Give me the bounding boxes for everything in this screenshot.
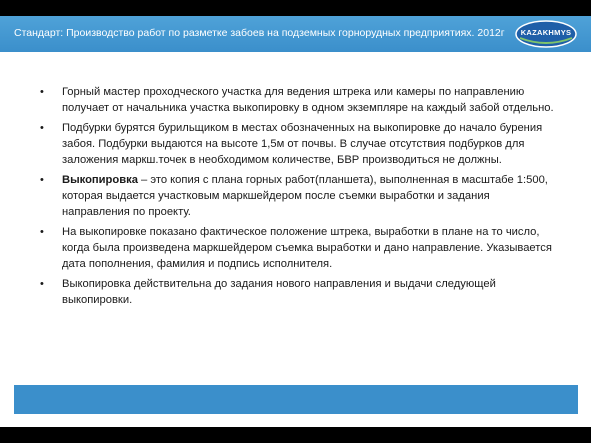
bullet-text: На выкопировке показано фактическое поло… [62, 226, 552, 270]
slide: Стандарт: Производство работ по разметке… [0, 16, 591, 427]
bullet-icon: • [40, 278, 44, 290]
list-item: • Горный мастер проходческого участка дл… [40, 84, 560, 116]
page-title: Стандарт: Производство работ по разметке… [14, 27, 505, 39]
list-item: • Выкопировка – это копия с плана горных… [40, 172, 560, 220]
kazakhmys-logo: KAZAKHMYS [514, 18, 578, 50]
list-item: • Выкопировка действительна до задания н… [40, 276, 560, 308]
bullet-list: • Горный мастер проходческого участка дл… [40, 84, 560, 308]
bullet-term: Выкопировка [62, 174, 138, 186]
bullet-icon: • [40, 226, 44, 238]
bullet-text: Горный мастер проходческого участка для … [62, 86, 554, 114]
bullet-icon: • [40, 174, 44, 186]
bullet-icon: • [40, 86, 44, 98]
list-item: • Подбурки бурятся бурильщиком в местах … [40, 120, 560, 168]
bullet-text: Подбурки бурятся бурильщиком в местах об… [62, 122, 543, 166]
header-bar: Стандарт: Производство работ по разметке… [0, 16, 591, 52]
bullet-text: Выкопировка действительна до задания нов… [62, 278, 496, 306]
footer-bar [14, 385, 578, 414]
list-item: • На выкопировке показано фактическое по… [40, 224, 560, 272]
content-area: • Горный мастер проходческого участка дл… [40, 84, 560, 312]
bullet-icon: • [40, 122, 44, 134]
logo-text: KAZAKHMYS [520, 28, 572, 37]
